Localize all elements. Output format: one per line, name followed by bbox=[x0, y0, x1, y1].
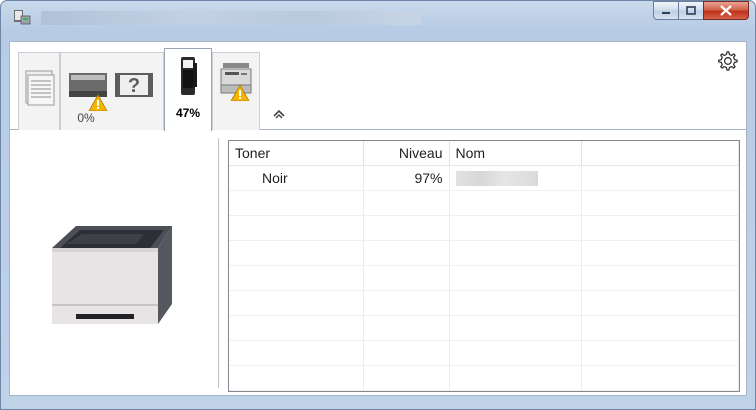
printer-preview-image bbox=[52, 226, 172, 324]
table-row[interactable]: Noir 97% bbox=[229, 165, 739, 191]
table-row bbox=[229, 240, 739, 266]
printer-device-warning-icon bbox=[220, 63, 252, 101]
title-bar[interactable] bbox=[1, 1, 755, 35]
caption-buttons bbox=[653, 1, 749, 22]
print-queue-icon bbox=[25, 70, 55, 106]
empty-cell bbox=[581, 165, 739, 191]
table-row bbox=[229, 215, 739, 241]
column-header-name[interactable]: Nom bbox=[449, 141, 582, 166]
chevron-up-icon[interactable] bbox=[272, 108, 286, 120]
column-header-blank[interactable] bbox=[581, 141, 739, 166]
minimize-icon bbox=[662, 11, 670, 14]
printer-app-icon[interactable] bbox=[13, 8, 31, 26]
tab-toner[interactable]: 47% bbox=[164, 48, 212, 131]
maximize-icon bbox=[686, 5, 696, 15]
column-header-toner[interactable]: Toner bbox=[229, 141, 364, 166]
paper-tray-warning-icon: ? bbox=[69, 73, 153, 111]
window-title bbox=[41, 11, 421, 25]
table-row bbox=[229, 265, 739, 291]
status-tab-strip: ? 0% 47% bbox=[9, 41, 747, 131]
tab-device[interactable] bbox=[212, 52, 260, 130]
toner-name-cell bbox=[449, 165, 582, 191]
table-row bbox=[229, 315, 739, 341]
minimize-button[interactable] bbox=[653, 1, 679, 20]
column-header-level[interactable]: Niveau bbox=[363, 141, 450, 166]
table-row bbox=[229, 190, 739, 216]
tab-paper-label: 0% bbox=[77, 111, 95, 125]
printer-status-window: ? 0% 47% Toner Niveau Nom Noir 97% bbox=[0, 0, 756, 410]
close-icon bbox=[720, 5, 732, 16]
table-row bbox=[229, 365, 739, 391]
table-row bbox=[229, 340, 739, 366]
toner-table: Toner Niveau Nom Noir 97% bbox=[229, 141, 739, 391]
table-header-row: Toner Niveau Nom bbox=[229, 141, 739, 166]
close-button[interactable] bbox=[703, 1, 749, 20]
toner-level-cell: 97% bbox=[363, 165, 450, 191]
toner-cartridge-icon bbox=[181, 57, 197, 95]
toner-name-value bbox=[455, 171, 538, 187]
table-row bbox=[229, 290, 739, 316]
toner-list: Toner Niveau Nom Noir 97% bbox=[228, 140, 740, 392]
gear-icon[interactable] bbox=[716, 50, 738, 72]
toner-color-cell: Noir bbox=[229, 165, 364, 191]
tab-toner-label: 47% bbox=[175, 106, 201, 120]
status-content-panel: Toner Niveau Nom Noir 97% bbox=[9, 130, 747, 396]
panel-splitter[interactable] bbox=[218, 138, 219, 388]
svg-text:?: ? bbox=[128, 75, 140, 97]
tab-paper[interactable]: ? 0% bbox=[60, 52, 164, 130]
maximize-button[interactable] bbox=[678, 1, 704, 20]
